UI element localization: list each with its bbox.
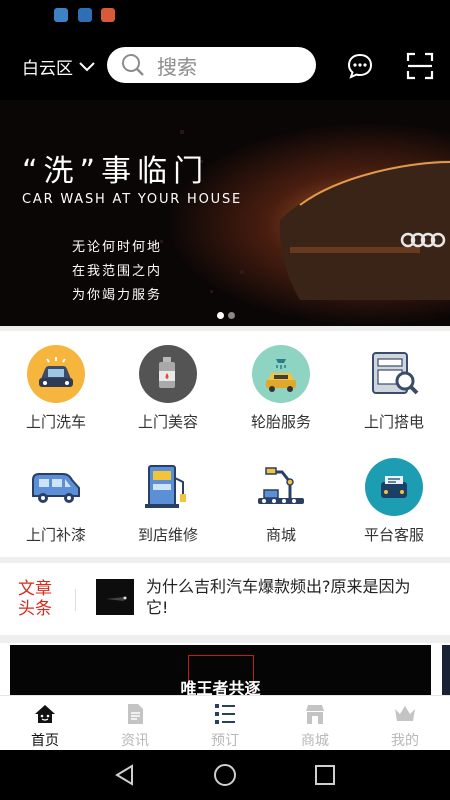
banner-line: 为你竭力服务 — [72, 288, 163, 303]
document-icon — [128, 704, 143, 724]
paint-van-icon — [32, 473, 80, 503]
battery-jump-icon — [372, 352, 419, 395]
district-selector[interactable]: 白云区 — [22, 54, 95, 79]
scan-icon[interactable] — [406, 52, 434, 80]
service-label: 平台客服 — [363, 526, 424, 544]
banner-line: 在我范围之内 — [72, 264, 163, 279]
tab-label: 商城 — [301, 733, 329, 749]
store-icon — [306, 705, 324, 724]
beauty-bottle-icon — [139, 345, 197, 403]
back-icon[interactable] — [113, 763, 137, 787]
service-tire[interactable]: 轮胎服务 — [225, 331, 337, 431]
news-thumbnail[interactable] — [96, 579, 134, 615]
service-label: 上门补漆 — [25, 526, 86, 544]
news-headline-bar: 文章头条 为什么吉利汽车爆款频出?原来是因为它! — [0, 563, 450, 635]
notification-alert-icon — [101, 8, 115, 22]
tab-label: 资讯 — [121, 733, 149, 749]
search-placeholder: 搜索 — [157, 54, 197, 79]
top-header: 白云区 搜索 — [0, 30, 450, 100]
promo-title: 唯王者共逐 — [180, 679, 261, 695]
car-wash-banner-image — [0, 100, 450, 326]
tab-mall[interactable]: 商城 — [270, 696, 360, 751]
promo-card[interactable]: 唯王者共逐 — [10, 645, 431, 695]
district-label: 白云区 — [22, 59, 73, 79]
tab-news[interactable]: 资讯 — [90, 696, 180, 751]
news-tag: 文章头条 — [18, 579, 52, 619]
divider — [75, 589, 76, 611]
home-icon — [35, 705, 55, 723]
banner-subtitle: CAR WASH AT YOUR HOUSE — [22, 192, 243, 207]
banner-title: “洗”事临门 — [22, 154, 210, 189]
notification-image-icon — [78, 8, 92, 22]
mall-robot-icon — [258, 467, 304, 504]
banner-line: 无论何时何地 — [72, 240, 163, 255]
recents-icon[interactable] — [313, 763, 337, 787]
service-label: 轮胎服务 — [250, 413, 311, 431]
car-wash-icon — [27, 345, 85, 403]
service-grid: 上门洗车 上门美容 轮胎服务 上门搭电 上门补漆 到店维修 商城 平台客服 — [0, 331, 450, 557]
service-label: 商城 — [265, 526, 296, 544]
news-thumbnail-image — [106, 596, 127, 601]
tab-label: 预订 — [211, 733, 239, 749]
message-icon[interactable] — [346, 52, 374, 80]
service-paint[interactable]: 上门补漆 — [0, 444, 112, 544]
status-bar — [0, 0, 450, 30]
service-store-repair[interactable]: 到店维修 — [112, 444, 224, 544]
service-label: 上门美容 — [137, 413, 198, 431]
chevron-down-icon — [79, 61, 95, 71]
tab-booking[interactable]: 预订 — [180, 696, 270, 751]
tab-mine[interactable]: 我的 — [360, 696, 450, 751]
service-beauty[interactable]: 上门美容 — [112, 331, 224, 431]
notification-app-icon — [54, 8, 68, 22]
system-navigation-bar — [0, 750, 450, 800]
repair-station-icon — [145, 465, 186, 508]
service-label: 上门搭电 — [363, 413, 424, 431]
service-label: 上门洗车 — [25, 413, 86, 431]
tire-service-icon — [252, 345, 310, 403]
service-car-wash[interactable]: 上门洗车 — [0, 331, 112, 431]
carousel-dot[interactable] — [228, 312, 235, 319]
customer-service-icon — [365, 458, 423, 516]
tab-home[interactable]: 首页 — [0, 696, 90, 751]
promo-banner[interactable]: “洗”事临门 CAR WASH AT YOUR HOUSE 无论何时何地 在我范… — [0, 100, 450, 326]
tab-label: 我的 — [391, 733, 419, 749]
carousel-dot-active[interactable] — [217, 312, 224, 319]
search-icon — [122, 54, 144, 76]
service-label: 到店维修 — [137, 526, 198, 544]
bottom-tab-bar: 首页 资讯 预订 商城 我的 — [0, 695, 450, 750]
banner-slogan: 无论何时何地 在我范围之内 为你竭力服务 — [72, 236, 162, 308]
tab-label: 首页 — [31, 733, 59, 749]
carousel-indicator — [217, 312, 235, 319]
news-headline-link[interactable]: 为什么吉利汽车爆款频出?原来是因为它! — [146, 576, 430, 618]
home-button-icon[interactable] — [213, 763, 237, 787]
service-jump-start[interactable]: 上门搭电 — [338, 331, 450, 431]
service-mall[interactable]: 商城 — [225, 444, 337, 544]
divider — [0, 635, 450, 643]
search-input[interactable]: 搜索 — [107, 47, 316, 83]
crown-icon — [395, 706, 415, 721]
next-promo-card[interactable] — [442, 645, 450, 695]
list-icon — [215, 704, 235, 724]
service-customer-support[interactable]: 平台客服 — [338, 444, 450, 544]
